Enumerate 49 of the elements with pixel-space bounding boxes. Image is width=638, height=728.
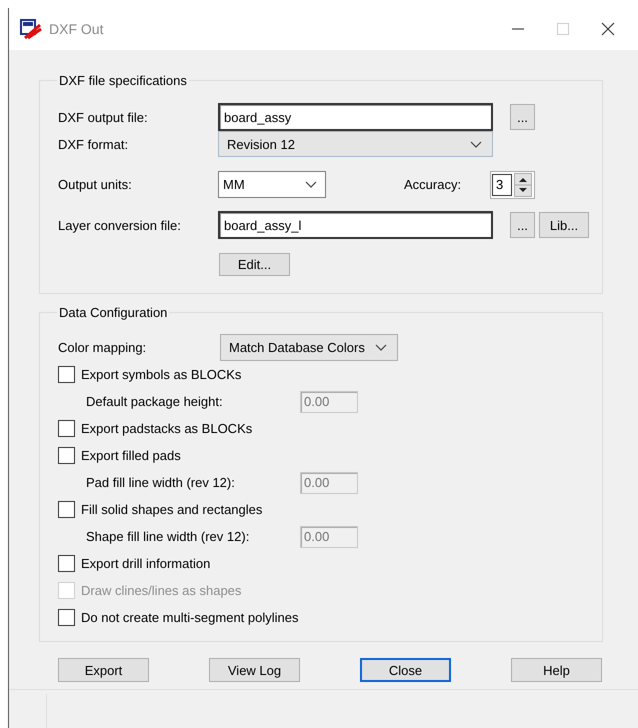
browse-button[interactable]: ... [510,212,535,238]
units-dropdown[interactable]: MM [218,171,326,198]
checkbox-label: Export drill information [81,556,210,571]
color-mapping-dropdown[interactable]: Match Database Colors [220,334,398,361]
checkbox-label: Do not create multi-segment polylines [81,610,298,625]
checkbox[interactable] [58,447,75,464]
checkbox-label: Draw clines/lines as shapes [81,583,242,598]
checkbox-label: Export filled pads [81,448,181,463]
field-label: DXF output file: [58,110,149,124]
field-label: Accuracy: [404,177,462,192]
field-label: Output units: [58,177,133,192]
number-field: 0.00 [300,526,358,548]
number-field: 0.00 [300,472,358,494]
checkbox-label: Export padstacks as BLOCKs [81,421,252,436]
checkbox[interactable] [58,420,75,437]
accuracy-spinner[interactable]: 3 [490,170,535,198]
format-dropdown[interactable]: Revision 12 [218,131,493,157]
chevron-icon [305,181,317,188]
group-title: Data Configuration [58,305,168,320]
field-label: Shape fill line width (rev 12): [86,529,250,544]
field-label: Color mapping: [58,340,148,355]
maximize-icon [556,22,570,36]
chevron-icon [470,140,482,148]
checkbox-label: Fill solid shapes and rectangles [81,502,262,517]
output-file-field[interactable]: board_assy [218,103,493,131]
dialog-button[interactable]: Export [58,658,149,682]
field-label: DXF format: [58,136,130,152]
checkbox[interactable] [58,366,75,383]
field-label: Default package height: [86,394,224,409]
edit-button[interactable]: Edit... [219,253,290,276]
dialog-button[interactable]: View Log [209,658,300,682]
dialog-button[interactable]: Close [360,658,451,682]
spinner-arrows-icon[interactable] [514,172,532,196]
field-label: Layer conversion file: [58,218,182,232]
checkbox[interactable] [58,609,75,626]
app-icon [20,19,42,39]
group-title: DXF file specifications [58,73,188,88]
field-label: Pad fill line width (rev 12): [86,475,236,490]
dialog-button[interactable]: Help [511,658,602,682]
close-icon[interactable] [601,22,615,36]
chevron-icon [375,344,387,351]
window-title: DXF Out [49,21,104,37]
browse-button[interactable]: ... [510,104,535,130]
checkbox[interactable] [58,555,75,572]
checkbox[interactable] [58,501,75,518]
library-button[interactable]: Lib... [539,212,589,238]
layer-file-field[interactable]: board_assy_l [218,211,493,239]
checkbox-label: Export symbols as BLOCKs [81,367,242,382]
number-field: 0.00 [300,390,358,412]
